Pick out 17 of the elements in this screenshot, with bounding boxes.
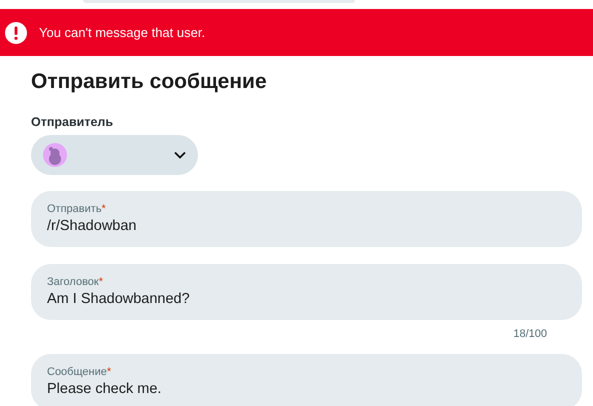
field-value: Am I Shadowbanned? xyxy=(47,290,191,309)
error-message: You can't message that user. xyxy=(39,24,206,42)
sender-select[interactable] xyxy=(31,135,198,175)
field-value: /r/Shadowban xyxy=(47,217,138,236)
field-value: Please check me. xyxy=(47,380,162,399)
field-label: Заголовок* xyxy=(47,276,104,289)
text-field[interactable]: Заголовок* Am I Shadowbanned? xyxy=(31,264,582,320)
field-label: Сообщение* xyxy=(47,366,112,379)
character-counter: 18/100 xyxy=(513,327,547,341)
sender-label: Отправитель xyxy=(31,114,114,131)
page-title: Отправить сообщение xyxy=(31,69,268,95)
text-field[interactable]: Сообщение* Please check me. xyxy=(31,354,582,406)
text-field[interactable]: Отправить* /r/Shadowban xyxy=(31,191,582,247)
alert-icon xyxy=(5,22,27,44)
avatar-icon xyxy=(43,143,67,167)
chevron-down-icon xyxy=(174,151,186,159)
field-label: Отправить* xyxy=(47,203,107,216)
